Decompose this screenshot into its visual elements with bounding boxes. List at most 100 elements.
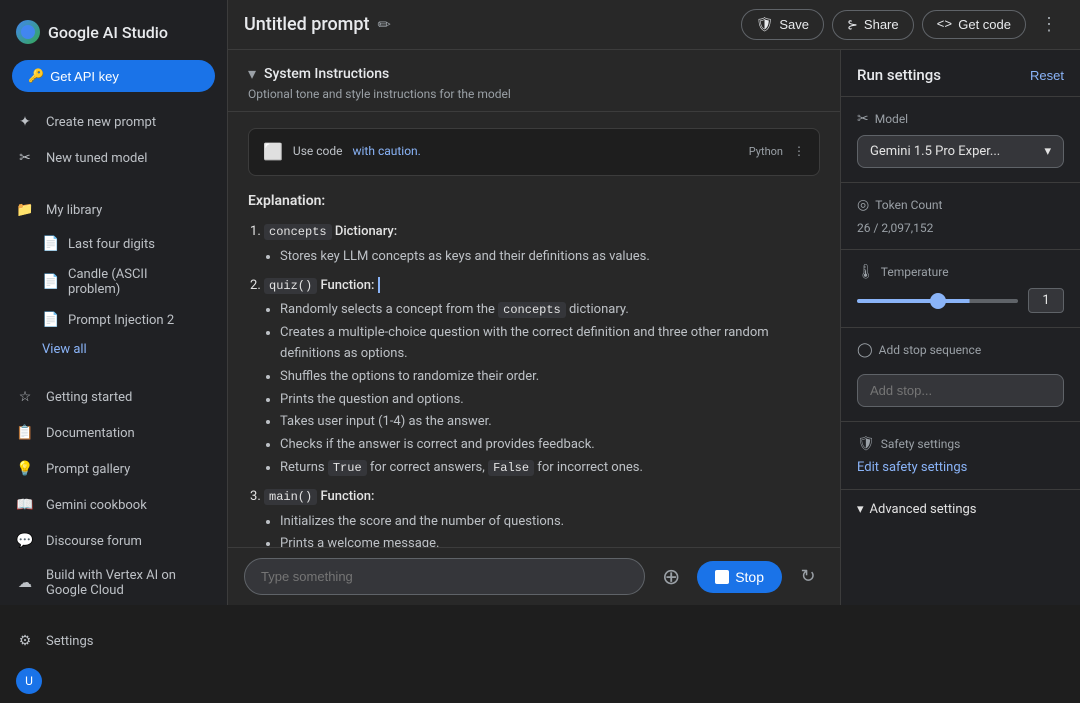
output-area[interactable]: ⬜ Use code with caution. Python ⋮ Explan… [228, 112, 840, 547]
sidebar-item-settings[interactable]: ⚙ Settings [0, 623, 215, 659]
doc-icon-2: 📄 [42, 273, 60, 291]
run-settings-title: Run settings [857, 66, 941, 84]
model-icon: ✂ [857, 111, 869, 127]
section-subtitle: Optional tone and style instructions for… [248, 87, 820, 101]
bullet-2-3: Shuffles the options to randomize their … [280, 367, 820, 388]
sidebar-item-documentation[interactable]: 📋 Documentation [0, 415, 215, 451]
bullet-2-6: Checks if the answer is correct and prov… [280, 435, 820, 456]
refresh-button[interactable]: ↻ [792, 561, 824, 593]
top-bar: Untitled prompt ✏ 🛡 Save ⊱ Share <> Get … [228, 0, 1080, 50]
save-button[interactable]: 🛡 Save [741, 9, 824, 40]
bullet-3-1: Initializes the score and the number of … [280, 512, 820, 533]
save-icon: 🛡 [756, 16, 774, 33]
advanced-label: Advanced settings [870, 502, 977, 517]
edit-title-icon[interactable]: ✏ [377, 15, 390, 34]
use-code-text: Use code [293, 142, 343, 161]
python-badge: Python [749, 143, 783, 161]
stop-button[interactable]: Stop [697, 561, 782, 593]
model-select[interactable]: Gemini 1.5 Pro Exper... ▾ [857, 135, 1064, 168]
list-item-2-bullets: Randomly selects a concept from the conc… [264, 300, 820, 478]
code-block: ⬜ Use code with caution. Python ⋮ [248, 128, 820, 176]
sidebar-item-getting-started[interactable]: ☆ Getting started [0, 379, 215, 415]
top-bar-actions: 🛡 Save ⊱ Share <> Get code ⋮ [741, 8, 1064, 41]
sidebar-item-gemini-cookbook[interactable]: 📖 Gemini cookbook [0, 487, 215, 523]
prompt-title-text: Untitled prompt [244, 14, 369, 35]
logo-icon [16, 20, 40, 44]
gallery-icon: 💡 [16, 460, 34, 478]
app-title: Google AI Studio [48, 23, 168, 42]
doc-icon-1: 📄 [42, 235, 60, 253]
token-count-section: ◎ Token Count 26 / 2,097,152 [841, 183, 1080, 250]
stop-icon [715, 570, 729, 584]
section-header: ▾ System Instructions [248, 64, 820, 83]
share-icon: ⊱ [847, 17, 858, 33]
safety-icon: 🛡 [857, 436, 875, 452]
sidebar-item-user[interactable]: U [0, 659, 215, 703]
code-icon: <> [937, 17, 953, 32]
get-api-key-button[interactable]: 🔑 Get API key [12, 60, 215, 92]
sidebar: Google AI Studio 🔑 Get API key ✦ Create … [0, 0, 228, 605]
content-area: ▾ System Instructions Optional tone and … [228, 50, 1080, 605]
edit-safety-link[interactable]: Edit safety settings [857, 460, 967, 475]
list-item-1-code: concepts [264, 224, 332, 240]
docs-icon: 📋 [16, 424, 34, 442]
main-area: Untitled prompt ✏ 🛡 Save ⊱ Share <> Get … [228, 0, 1080, 605]
temperature-slider[interactable] [857, 299, 1018, 303]
list-item-2: quiz() Function: Randomly selects a conc… [264, 276, 820, 479]
code-block-more-btn[interactable]: ⋮ [793, 142, 805, 161]
model-label: ✂ Model [857, 111, 1064, 127]
prompt-area: ▾ System Instructions Optional tone and … [228, 50, 840, 605]
temperature-section: 🌡 Temperature 1 [841, 250, 1080, 328]
sidebar-item-my-library[interactable]: 📁 My library [0, 192, 215, 228]
add-content-button[interactable]: ⊕ [655, 561, 687, 593]
input-bar: ⊕ Stop ↻ [228, 547, 840, 605]
sidebar-item-create-prompt[interactable]: ✦ Create new prompt [0, 104, 215, 140]
bullet-2-4: Prints the question and options. [280, 390, 820, 411]
explanation-list: concepts Dictionary: Stores key LLM conc… [248, 222, 820, 547]
view-all-link[interactable]: View all [0, 336, 227, 363]
list-item-2-code: quiz() [264, 278, 317, 294]
create-icon: ✦ [16, 113, 34, 131]
stop-seq-icon: ◯ [857, 342, 873, 358]
get-code-button[interactable]: <> Get code [922, 10, 1026, 39]
more-options-button[interactable]: ⋮ [1034, 8, 1064, 41]
library-icon: 📁 [16, 201, 34, 219]
add-icon: ⊕ [662, 564, 680, 590]
use-code-link[interactable]: with caution. [353, 142, 421, 161]
sidebar-item-last-four-digits[interactable]: 📄 Last four digits [0, 228, 215, 260]
advanced-chevron-icon: ▾ [857, 502, 864, 517]
bullet-2-7: Returns True for correct answers, False … [280, 458, 820, 479]
section-title: System Instructions [264, 66, 389, 82]
collapse-icon[interactable]: ▾ [248, 64, 256, 83]
list-item-2-label: Function: [320, 278, 374, 293]
vertex-icon: ☁ [16, 574, 34, 592]
sidebar-item-discourse-forum[interactable]: 💬 Discourse forum [0, 523, 215, 559]
stop-sequence-input[interactable] [857, 374, 1064, 407]
list-item-3: main() Function: Initializes the score a… [264, 487, 820, 547]
getting-started-icon: ☆ [16, 388, 34, 406]
token-count-value: 26 / 2,097,152 [857, 221, 1064, 235]
sidebar-item-prompt-gallery[interactable]: 💡 Prompt gallery [0, 451, 215, 487]
bullet-2-1: Randomly selects a concept from the conc… [280, 300, 820, 321]
run-settings-panel: Run settings Reset ✂ Model Gemini 1.5 Pr… [840, 50, 1080, 605]
app-logo: Google AI Studio [0, 12, 227, 60]
sidebar-item-candle[interactable]: 📄 Candle (ASCII problem) [0, 260, 215, 304]
reset-button[interactable]: Reset [1030, 68, 1064, 83]
chat-input[interactable] [244, 558, 645, 595]
advanced-settings-toggle[interactable]: ▾ Advanced settings [841, 490, 1080, 529]
sidebar-item-build-vertex[interactable]: ☁ Build with Vertex AI on Google Cloud [0, 559, 215, 607]
model-dropdown-icon: ▾ [1044, 144, 1051, 159]
sidebar-item-prompt-injection-2[interactable]: 📄 Prompt Injection 2 [0, 304, 215, 336]
code-block-content: ⬜ Use code with caution. [263, 139, 421, 165]
explanation-title: Explanation: [248, 190, 820, 212]
safety-section: 🛡 Safety settings Edit safety settings [841, 422, 1080, 490]
share-button[interactable]: ⊱ Share [832, 10, 914, 40]
run-settings-header: Run settings Reset [841, 50, 1080, 97]
cursor [378, 277, 390, 293]
sidebar-item-new-tuned-model[interactable]: ✂ New tuned model [0, 140, 215, 176]
bullet-3-2: Prints a welcome message. [280, 534, 820, 547]
temperature-value: 1 [1028, 288, 1064, 313]
stop-sequence-label: ◯ Add stop sequence [857, 342, 1064, 358]
bullet-1-1: Stores key LLM concepts as keys and thei… [280, 247, 820, 268]
prompt-title-area: Untitled prompt ✏ [244, 14, 391, 35]
